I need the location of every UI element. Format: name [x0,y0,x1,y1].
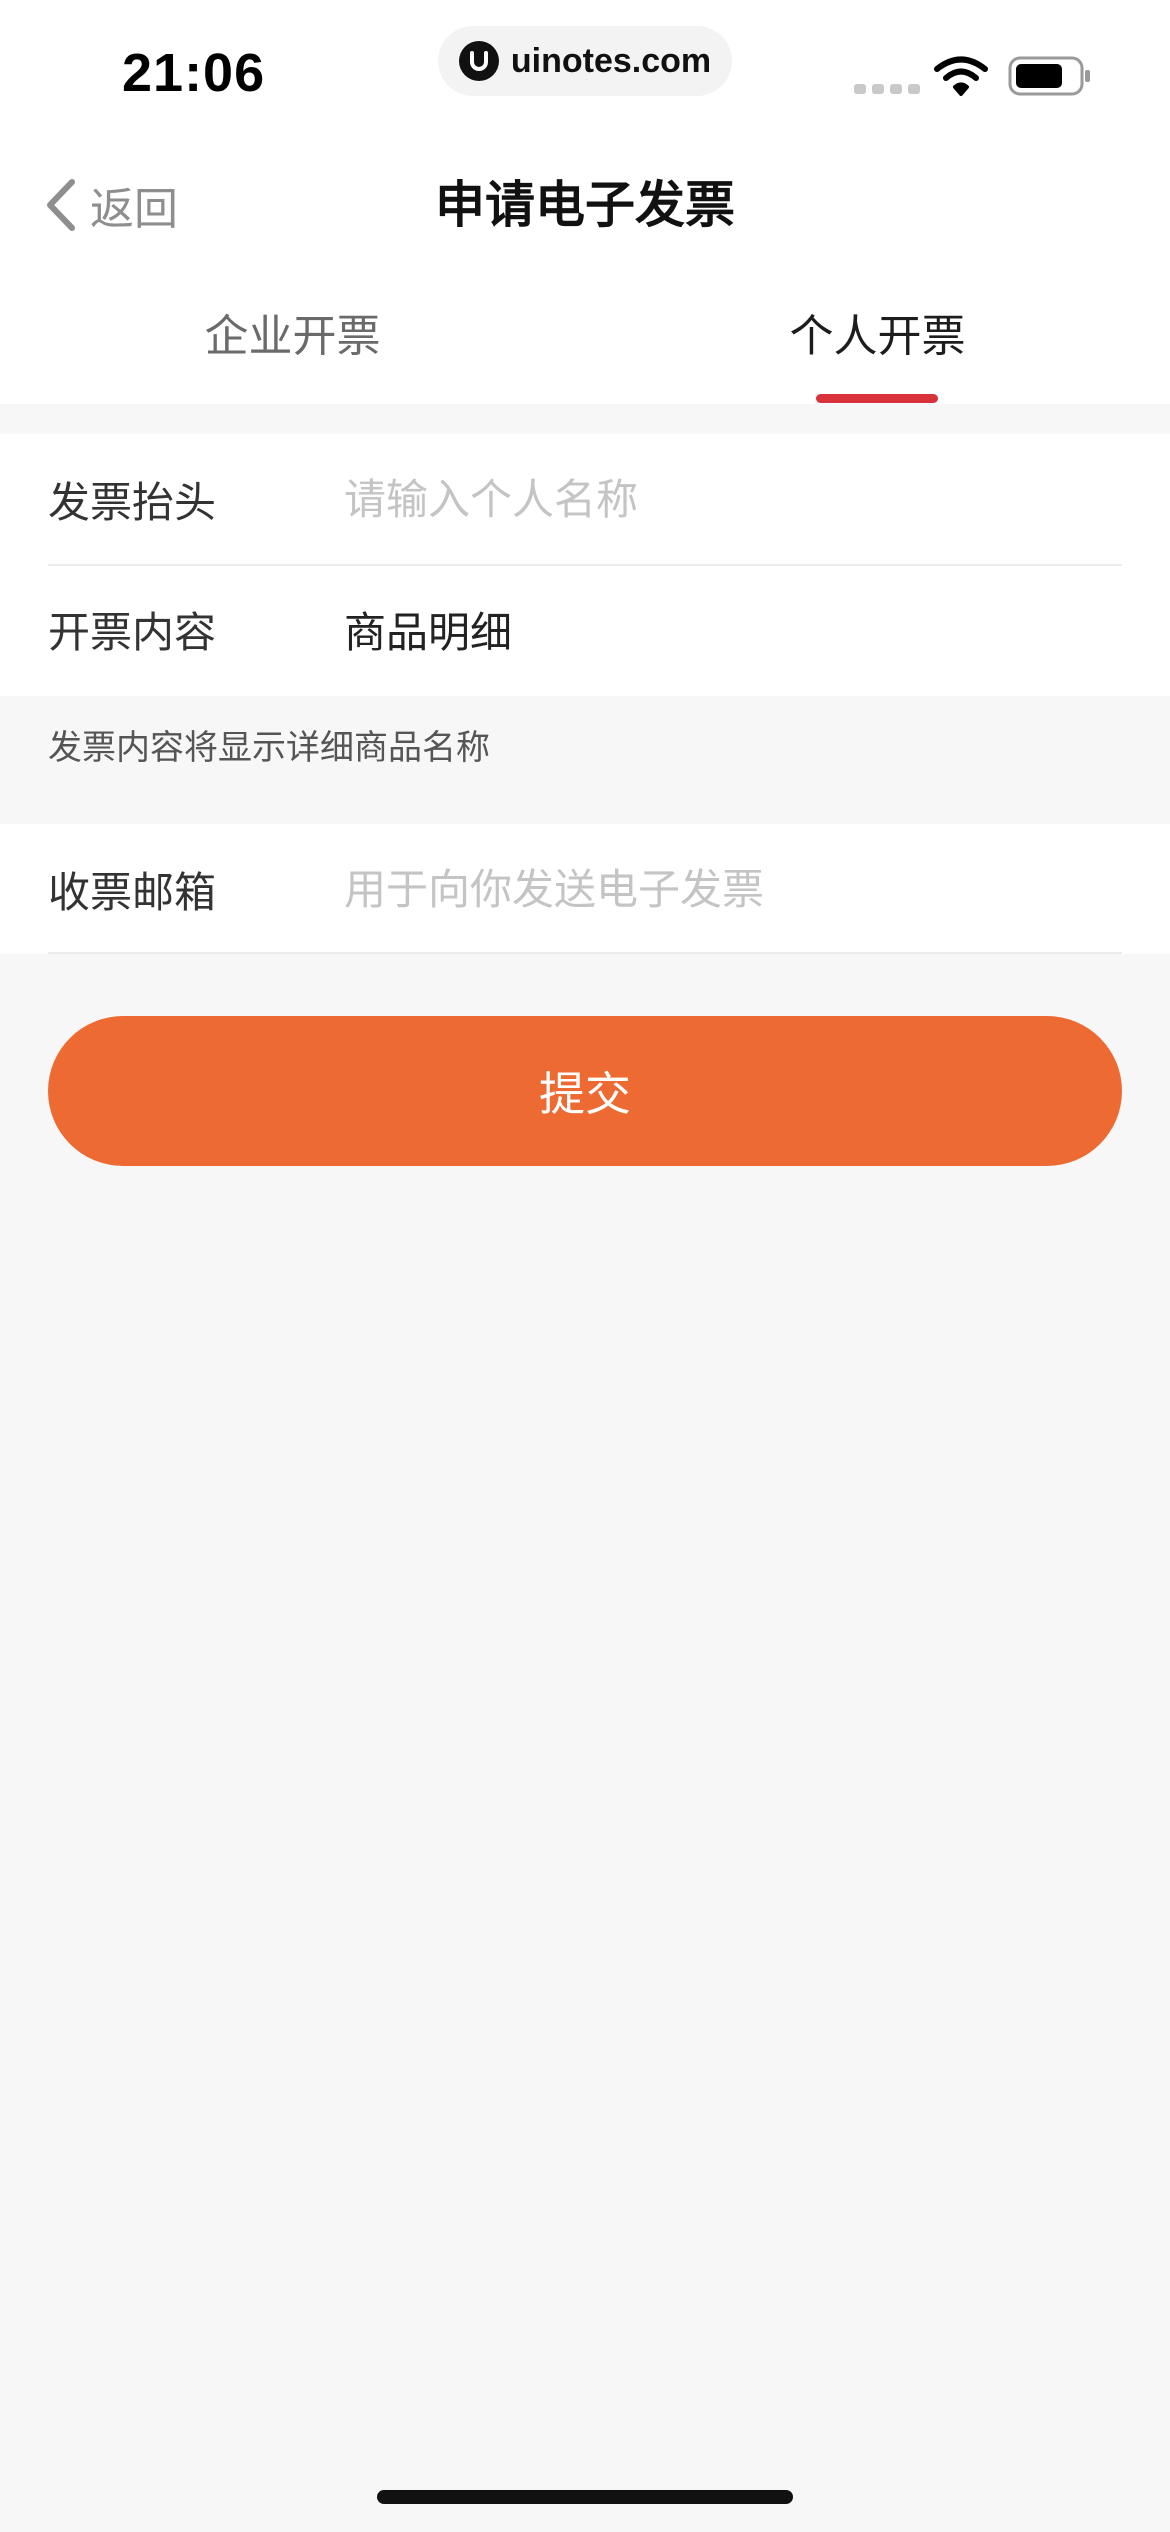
invoice-title-label: 发票抬头 [48,477,217,527]
signal-icon [854,84,920,94]
active-tab-indicator [816,394,938,403]
status-time: 21:06 [122,43,266,103]
tab-business-invoice[interactable]: 企业开票 [0,270,585,404]
page-title: 申请电子发票 [435,176,735,234]
invoice-title-row: 发票抬头 [0,434,1170,564]
invoice-title-input[interactable] [344,459,1122,539]
email-label: 收票邮箱 [48,867,217,917]
status-bar: 21:06 uinotes.com [0,0,1170,140]
email-group: 收票邮箱 [0,824,1170,954]
submit-button[interactable]: 提交 [48,1016,1122,1166]
url-text: uinotes.com [510,41,712,80]
battery-icon [1008,56,1090,96]
row-divider [48,952,1122,954]
invoice-info-group: 发票抬头 开票内容 商品明细 [0,434,1170,696]
navigation-bar: 返回 申请电子发票 [0,140,1170,270]
invoice-content-hint: 发票内容将显示详细商品名称 [48,728,490,768]
invoice-request-page: 21:06 uinotes.com 返回 申请电子发票 企业开票 个人开票 发票… [0,0,1170,2532]
url-pill[interactable]: uinotes.com [438,26,732,96]
invoice-content-row: 开票内容 商品明细 [0,564,1170,694]
email-row: 收票邮箱 [0,824,1170,954]
wifi-icon [934,56,988,96]
tab-personal-invoice[interactable]: 个人开票 [585,270,1170,404]
site-logo-icon [458,41,499,81]
invoice-content-label: 开票内容 [48,607,217,657]
email-input[interactable] [344,849,1122,929]
home-indicator [377,2490,793,2504]
invoice-type-tabs: 企业开票 个人开票 [0,270,1170,404]
invoice-content-value: 商品明细 [344,607,513,657]
